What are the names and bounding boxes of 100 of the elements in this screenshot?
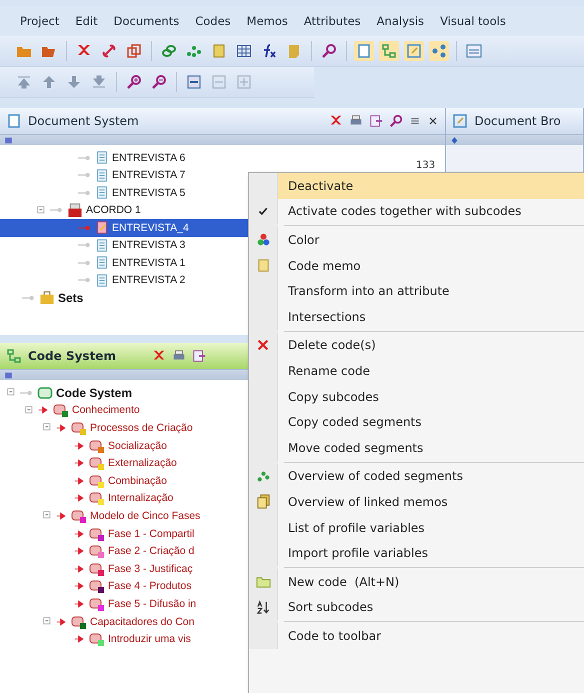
up-arrow-icon[interactable] <box>41 74 57 90</box>
tree-item[interactable]: ENTREVISTA 2 <box>0 272 190 289</box>
menu-item[interactable]: List of profile variables <box>249 514 584 540</box>
collapse-icon[interactable] <box>24 404 35 416</box>
menu-item[interactable]: Rename code <box>249 358 584 384</box>
code-item[interactable]: Fase 2 - Criação d <box>0 542 198 560</box>
document-icon <box>95 150 109 166</box>
document-icon <box>95 255 109 270</box>
code-item[interactable]: Fase 1 - Compartil <box>0 524 198 542</box>
zoom-out-icon[interactable] <box>151 74 167 90</box>
network-icon[interactable] <box>431 43 447 59</box>
menu-item[interactable]: Attributes <box>296 14 369 28</box>
memo-icon[interactable] <box>211 43 227 59</box>
collapse-icon[interactable] <box>42 422 53 434</box>
top-arrow-icon[interactable] <box>16 74 32 90</box>
folder-icon <box>67 202 83 218</box>
code-item[interactable]: Conhecimento <box>0 402 144 420</box>
tree-item[interactable]: ENTREVISTA 7 <box>0 166 190 184</box>
menu-item[interactable]: Overview of coded segments <box>249 464 584 490</box>
tree-item[interactable]: ENTREVISTA 5 <box>0 184 190 202</box>
menu-item[interactable]: Sort subcodes <box>249 594 584 620</box>
code-item[interactable]: Fase 3 - Justificaç <box>0 560 197 578</box>
menu-item[interactable]: Delete code(s) <box>249 332 584 358</box>
color-dots-icon <box>256 232 270 248</box>
nodes-icon[interactable] <box>186 43 202 59</box>
sort-icon <box>256 600 270 615</box>
document-icon <box>95 220 109 236</box>
menu-item[interactable]: Memos <box>238 14 296 28</box>
code-item[interactable]: Internalização <box>0 490 178 508</box>
code-item[interactable]: Fase 5 - Difusão in <box>0 595 200 613</box>
collapse-icon[interactable] <box>36 204 47 216</box>
menu-item[interactable]: Documents <box>106 14 188 28</box>
briefcase-icon <box>39 290 55 306</box>
copy-icon[interactable] <box>126 43 142 59</box>
down-arrow-icon[interactable] <box>66 74 82 90</box>
menu-item[interactable]: Move coded segments <box>249 434 584 461</box>
documents-icon <box>6 113 22 129</box>
tree-item[interactable]: Sets <box>0 289 88 306</box>
search-icon[interactable] <box>389 114 404 128</box>
collapse-icon[interactable] <box>42 616 53 628</box>
menu-item[interactable]: Color <box>249 227 584 253</box>
menu-item[interactable]: Overview of linked memos <box>249 489 584 515</box>
link-icon[interactable] <box>101 43 117 59</box>
menu-item[interactable]: Transform into an attribute <box>249 278 584 304</box>
table-icon[interactable] <box>236 43 252 59</box>
tree-item[interactable]: ENTREVISTA 6 <box>0 149 190 166</box>
menu-item[interactable]: Analysis <box>368 14 432 28</box>
window-icon[interactable] <box>356 43 372 59</box>
document-icon <box>95 238 109 253</box>
panel-title: Document System <box>28 114 139 128</box>
menu-item[interactable]: New code (Alt+N) <box>249 568 584 594</box>
menu-item[interactable]: Visual tools <box>432 14 514 28</box>
menu-item[interactable]: Copy coded segments <box>249 409 584 435</box>
menu-item[interactable]: Codes <box>187 14 239 28</box>
menu-item[interactable]: Intersections <box>249 304 584 330</box>
panel-title: Code System <box>28 349 116 363</box>
code-item[interactable]: Introduzir uma vis <box>0 630 195 648</box>
menu-item[interactable]: Activate codes together with subcodes <box>249 198 584 224</box>
export-icon[interactable] <box>369 114 384 128</box>
search-icon[interactable] <box>321 43 337 59</box>
document-icon <box>95 185 109 200</box>
zoom-in-icon[interactable] <box>126 74 142 90</box>
code-item[interactable]: Fase 4 - Produtos <box>0 578 196 596</box>
code-item[interactable]: Modelo de Cinco Fases <box>0 507 204 525</box>
code-item[interactable]: Code System <box>0 384 136 402</box>
code-item[interactable]: Externalização <box>0 454 181 472</box>
menu-item[interactable]: Code memo <box>249 252 584 278</box>
menu-item[interactable]: Project <box>12 14 68 28</box>
delete-icon <box>256 338 270 352</box>
edit-icon[interactable] <box>406 43 422 59</box>
edit-icon <box>452 113 468 129</box>
fit-page-icon[interactable] <box>236 74 252 90</box>
chain-icon[interactable] <box>161 43 177 59</box>
collapse-icon[interactable] <box>42 510 53 522</box>
bottom-arrow-icon[interactable] <box>91 74 107 90</box>
collapse-icon[interactable] <box>6 387 17 398</box>
function-icon[interactable] <box>261 43 277 59</box>
segment-count: 133 <box>416 160 436 171</box>
menu-item[interactable]: Edit <box>67 14 106 28</box>
panel-title: Document Bro <box>474 114 561 128</box>
document-icon <box>95 272 109 288</box>
actual-size-icon[interactable] <box>186 74 202 90</box>
code-item[interactable]: Socialização <box>0 436 171 454</box>
menu-item[interactable]: Import profile variables <box>249 540 584 566</box>
menu-item[interactable]: Copy subcodes <box>249 384 584 410</box>
fit-width-icon[interactable] <box>211 74 227 90</box>
tree-item[interactable]: ENTREVISTA 1 <box>0 254 190 272</box>
menu-item[interactable]: Code to toolbar <box>249 623 584 649</box>
tree-item[interactable]: ACORDO 1 <box>0 202 145 219</box>
code-item[interactable]: Processos de Criação <box>0 419 197 437</box>
document-edit-icon[interactable] <box>466 43 482 59</box>
code-item[interactable]: Capacitadores do Con <box>0 612 198 630</box>
code-system-icon <box>37 384 53 401</box>
export-icon[interactable] <box>192 349 206 363</box>
tree-item[interactable]: ENTREVISTA 3 <box>0 236 190 254</box>
tree-icon <box>6 348 22 364</box>
code-item[interactable]: Combinação <box>0 472 171 490</box>
tree-icon[interactable] <box>381 43 397 59</box>
memo-icon <box>256 258 270 274</box>
menu-item[interactable]: Deactivate <box>249 173 584 199</box>
